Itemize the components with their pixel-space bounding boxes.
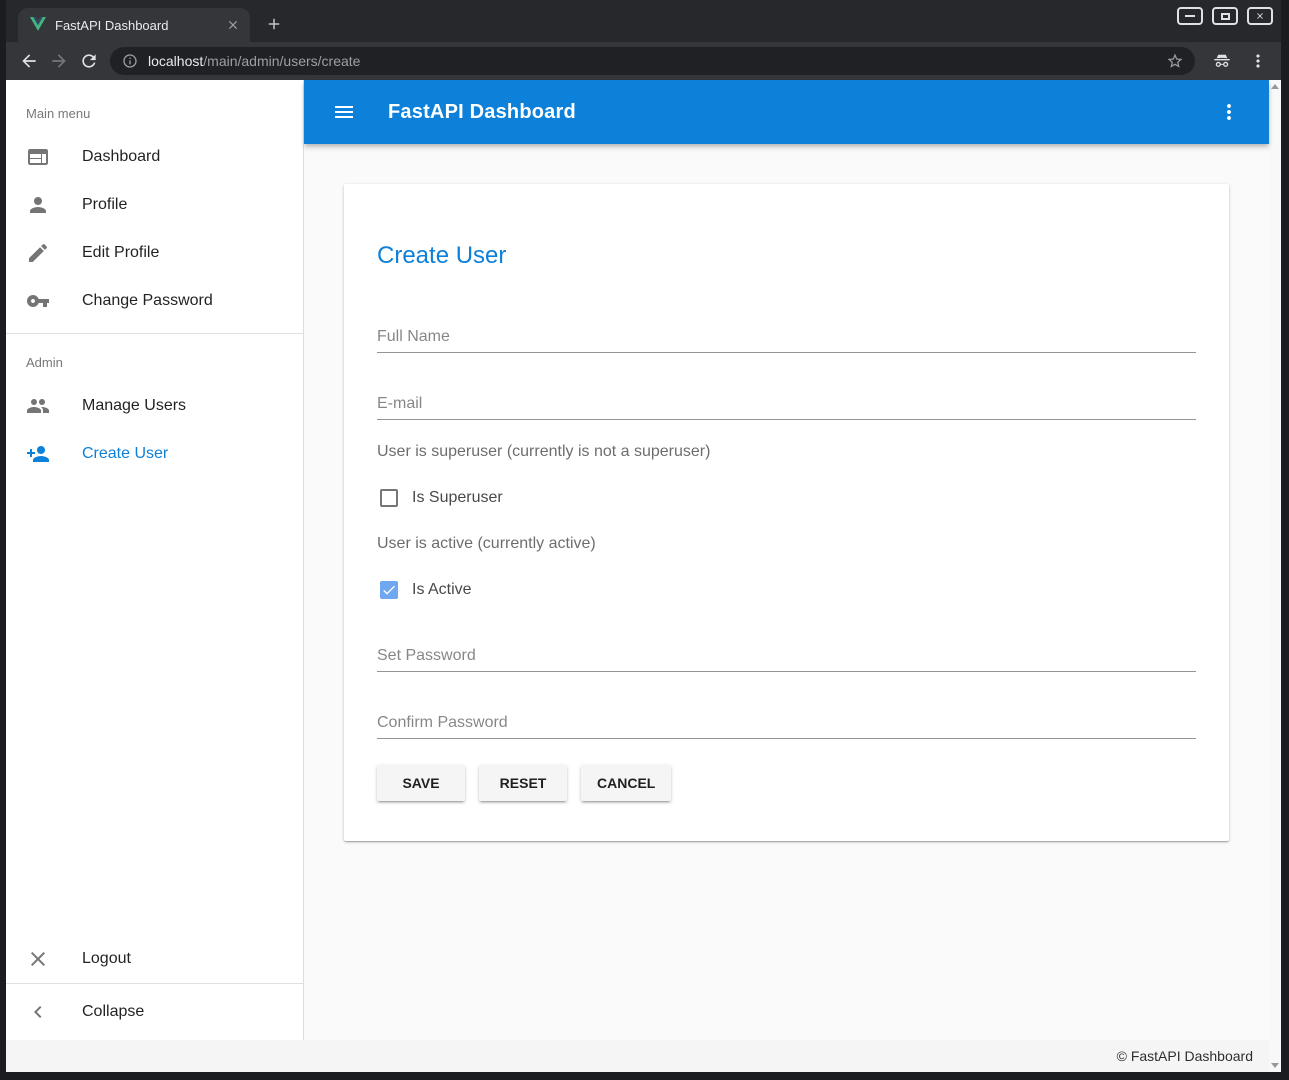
sidebar-item-label: Manage Users bbox=[82, 397, 186, 415]
email-field bbox=[377, 389, 1196, 420]
pencil-icon bbox=[26, 241, 50, 265]
chevron-left-icon bbox=[26, 1000, 50, 1024]
arrow-back-icon[interactable] bbox=[14, 46, 44, 76]
sidebar-item-edit-profile[interactable]: Edit Profile bbox=[6, 229, 303, 277]
scroll-up-arrow-icon[interactable] bbox=[1271, 84, 1279, 89]
tab-close-icon[interactable] bbox=[224, 16, 242, 34]
refresh-icon[interactable] bbox=[74, 46, 104, 76]
scroll-down-arrow-icon[interactable] bbox=[1271, 1063, 1279, 1068]
page-title: Create User bbox=[377, 240, 1196, 272]
new-tab-button[interactable] bbox=[260, 10, 288, 38]
sidebar-item-change-password[interactable]: Change Password bbox=[6, 277, 303, 325]
browser-tab[interactable]: FastAPI Dashboard bbox=[18, 8, 250, 42]
checkbox-unchecked-icon[interactable] bbox=[380, 489, 398, 507]
is-superuser-checkbox-row[interactable]: Is Superuser bbox=[377, 486, 1196, 510]
vue-logo-icon bbox=[30, 17, 46, 33]
sidebar-item-label: Edit Profile bbox=[82, 244, 159, 262]
checkbox-checked-icon[interactable] bbox=[380, 581, 398, 599]
superuser-caption: User is superuser (currently is not a su… bbox=[377, 440, 1196, 464]
active-caption: User is active (currently active) bbox=[377, 532, 1196, 556]
sidebar-item-label: Create User bbox=[82, 445, 168, 463]
page: Main menu Dashboard Profile bbox=[6, 80, 1281, 1072]
sidebar-item-label: Profile bbox=[82, 196, 127, 214]
footer: © FastAPI Dashboard bbox=[6, 1040, 1269, 1072]
set-password-input[interactable] bbox=[377, 641, 1196, 672]
save-button[interactable]: SAVE bbox=[377, 765, 465, 801]
is-active-checkbox-row[interactable]: Is Active bbox=[377, 578, 1196, 602]
sidebar-bottom: Logout Collapse bbox=[6, 935, 303, 1040]
main-area: FastAPI Dashboard Create User bbox=[304, 80, 1269, 1040]
sidebar-item-label: Collapse bbox=[82, 1003, 144, 1021]
browser-toolbar: localhost/main/admin/users/create bbox=[6, 42, 1281, 80]
confirm-password-field bbox=[377, 708, 1196, 739]
sidebar-item-logout[interactable]: Logout bbox=[6, 935, 303, 983]
browser-window: FastAPI Dashboard bbox=[6, 0, 1281, 1072]
url-text: localhost/main/admin/users/create bbox=[148, 53, 1163, 69]
sidebar-item-manage-users[interactable]: Manage Users bbox=[6, 382, 303, 430]
appbar-title: FastAPI Dashboard bbox=[388, 101, 576, 124]
window-controls bbox=[1177, 7, 1273, 25]
maximize-icon[interactable] bbox=[1212, 7, 1238, 25]
close-icon bbox=[26, 947, 50, 971]
sidebar-item-label: Change Password bbox=[82, 292, 213, 310]
scrollbar[interactable] bbox=[1269, 80, 1281, 1072]
kebab-menu-icon[interactable] bbox=[1243, 46, 1273, 76]
set-password-field bbox=[377, 641, 1196, 672]
form-actions: SAVE RESET CANCEL bbox=[377, 765, 1196, 801]
person-add-icon bbox=[26, 442, 50, 466]
sidebar-section-header: Admin bbox=[6, 342, 303, 382]
dashboard-icon bbox=[26, 145, 50, 169]
sidebar: Main menu Dashboard Profile bbox=[6, 80, 304, 1040]
sidebar-item-create-user[interactable]: Create User bbox=[6, 430, 303, 478]
sidebar-item-profile[interactable]: Profile bbox=[6, 181, 303, 229]
cancel-button[interactable]: CANCEL bbox=[581, 765, 671, 801]
sidebar-divider bbox=[6, 333, 303, 334]
star-icon[interactable] bbox=[1163, 49, 1187, 73]
hamburger-icon[interactable] bbox=[320, 88, 368, 136]
person-icon bbox=[26, 193, 50, 217]
full-name-input[interactable] bbox=[377, 322, 1196, 353]
sidebar-section-header: Main menu bbox=[6, 93, 303, 133]
key-icon bbox=[26, 289, 50, 313]
minimize-icon[interactable] bbox=[1177, 7, 1203, 25]
checkbox-label: Is Superuser bbox=[412, 489, 503, 507]
copyright-text: © FastAPI Dashboard bbox=[1117, 1048, 1253, 1064]
people-icon bbox=[26, 394, 50, 418]
sidebar-item-label: Logout bbox=[82, 950, 131, 968]
close-icon[interactable] bbox=[1247, 7, 1273, 25]
incognito-icon bbox=[1207, 46, 1237, 76]
tab-title: FastAPI Dashboard bbox=[55, 18, 224, 33]
app-bar: FastAPI Dashboard bbox=[304, 80, 1269, 144]
reset-button[interactable]: RESET bbox=[479, 765, 567, 801]
kebab-menu-icon[interactable] bbox=[1205, 88, 1253, 136]
confirm-password-input[interactable] bbox=[377, 708, 1196, 739]
checkbox-label: Is Active bbox=[412, 581, 472, 599]
url-path: /main/admin/users/create bbox=[203, 53, 360, 69]
url-host: localhost bbox=[148, 53, 203, 69]
sidebar-item-label: Dashboard bbox=[82, 148, 160, 166]
content: Create User User is superuser (currently… bbox=[304, 144, 1269, 1040]
sidebar-divider bbox=[6, 983, 303, 984]
address-bar[interactable]: localhost/main/admin/users/create bbox=[110, 47, 1195, 75]
tab-strip: FastAPI Dashboard bbox=[6, 0, 1281, 42]
info-icon[interactable] bbox=[122, 53, 138, 69]
sidebar-item-dashboard[interactable]: Dashboard bbox=[6, 133, 303, 181]
email-input[interactable] bbox=[377, 389, 1196, 420]
sidebar-item-collapse[interactable]: Collapse bbox=[6, 988, 303, 1036]
full-name-field bbox=[377, 322, 1196, 353]
arrow-forward-icon[interactable] bbox=[44, 46, 74, 76]
create-user-card: Create User User is superuser (currently… bbox=[344, 184, 1229, 841]
